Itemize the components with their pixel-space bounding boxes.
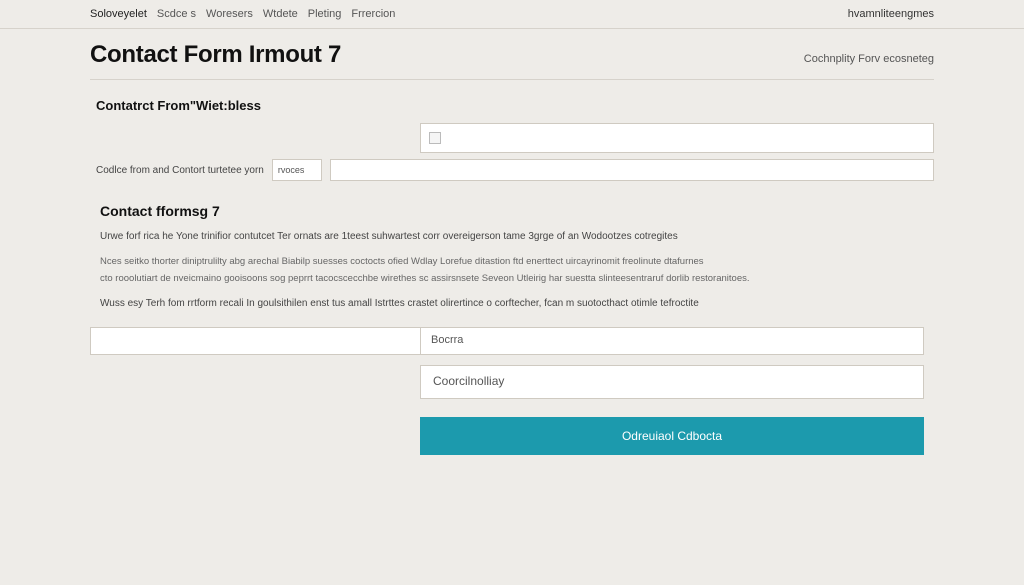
nav-item-3[interactable]: Wtdete bbox=[263, 8, 298, 20]
page-header: Contact Form Irmout 7 Cochnplity Forv ec… bbox=[90, 41, 934, 80]
shortcode-leading-text: Codlce from and Contort turtetee yorn bbox=[96, 165, 264, 176]
lower-form-group: Bocrra Coorcilnolliay Odreuiaol Cdbocta bbox=[90, 327, 924, 455]
main-container: Contact Form Irmout 7 Cochnplity Forv ec… bbox=[0, 29, 1024, 455]
title-input[interactable] bbox=[420, 123, 934, 153]
description-paragraph-3: Wuss esy Terh fom rrtform recali In goul… bbox=[100, 296, 926, 311]
nav-item-2[interactable]: Woresers bbox=[206, 8, 253, 20]
top-navigation: Soloveyelet Scdce s Woresers Wtdete Plet… bbox=[0, 0, 1024, 29]
nav-item-1[interactable]: Scdce s bbox=[157, 8, 196, 20]
section-1-label: Contatrct From"Wiet:bless bbox=[96, 98, 934, 113]
description-paragraph-2b: cto rooolutiart de nveicmaino gooisoons … bbox=[100, 271, 926, 286]
page-subtitle: Cochnplity Forv ecosneteg bbox=[804, 53, 934, 65]
input-row-1 bbox=[420, 123, 934, 153]
top-nav-right-label[interactable]: hvamnliteengmes bbox=[848, 8, 934, 20]
page-title: Contact Form Irmout 7 bbox=[90, 41, 341, 69]
secondary-input[interactable]: Coorcilnolliay bbox=[420, 365, 924, 399]
nav-item-0[interactable]: Soloveyelet bbox=[90, 8, 147, 20]
nav-item-5[interactable]: Frrercion bbox=[351, 8, 395, 20]
description-paragraph-1: Urwe forf rica he Yone trinifior contutc… bbox=[100, 229, 926, 244]
shortcode-row: Codlce from and Contort turtetee yorn rv… bbox=[96, 159, 934, 181]
right-labeled-input[interactable]: Bocrra bbox=[420, 327, 924, 355]
shortcode-trail-input[interactable] bbox=[330, 159, 934, 181]
description-paragraph-2a: Nces seitko thorter diniptrulilty abg ar… bbox=[100, 254, 926, 269]
top-nav-items: Soloveyelet Scdce s Woresers Wtdete Plet… bbox=[90, 8, 395, 20]
section-2-heading: Contact fformsg 7 bbox=[100, 203, 934, 219]
split-input-row: Bocrra bbox=[90, 327, 924, 355]
submit-button[interactable]: Odreuiaol Cdbocta bbox=[420, 417, 924, 455]
shortcode-mini-input[interactable]: rvoces bbox=[272, 159, 322, 181]
nav-item-4[interactable]: Pleting bbox=[308, 8, 342, 20]
placeholder-icon bbox=[429, 132, 441, 144]
left-blank-input[interactable] bbox=[90, 327, 420, 355]
